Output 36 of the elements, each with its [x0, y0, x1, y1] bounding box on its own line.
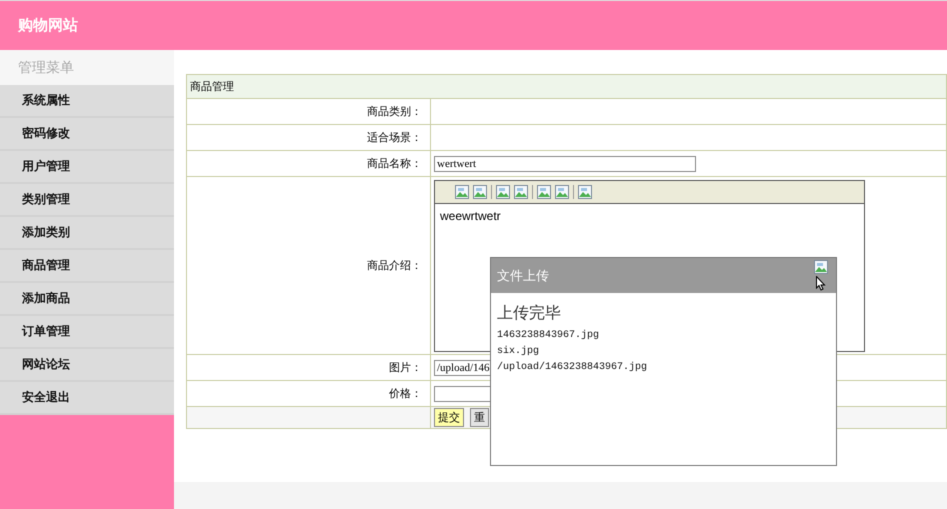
- submit-button[interactable]: 提交: [434, 408, 464, 427]
- menu-item[interactable]: 系统属性: [0, 85, 174, 118]
- image-icon[interactable]: [514, 184, 528, 198]
- site-title: 购物网站: [18, 16, 78, 35]
- field-label: 商品介绍：: [367, 259, 422, 272]
- field-label: 适合场景：: [367, 131, 422, 144]
- menu-item[interactable]: 添加商品: [0, 283, 174, 316]
- menu-item[interactable]: 网站论坛: [0, 349, 174, 382]
- menu-item[interactable]: 安全退出: [0, 382, 174, 415]
- upload-status: 上传完毕: [497, 303, 562, 324]
- image-icon[interactable]: [555, 184, 569, 198]
- menu-item[interactable]: 订单管理: [0, 316, 174, 349]
- file-path: 1463238843967.jpg: [497, 330, 600, 341]
- menu-item[interactable]: 添加类别: [0, 217, 174, 250]
- field-label: 价格：: [389, 387, 422, 400]
- menu-item[interactable]: 商品管理: [0, 250, 174, 283]
- input-field[interactable]: wertwert: [434, 156, 696, 172]
- menu-item[interactable]: 密码修改: [0, 118, 174, 151]
- image-icon[interactable]: [537, 184, 551, 198]
- panel-title: 商品管理: [190, 80, 234, 93]
- image-icon[interactable]: [496, 184, 510, 198]
- file-path: /upload/1463238843967.jpg: [497, 362, 648, 373]
- image-icon[interactable]: [473, 184, 487, 198]
- image-icon[interactable]: [578, 184, 592, 198]
- menu-item[interactable]: 类别管理: [0, 184, 174, 217]
- menu-title: 管理菜单: [0, 50, 174, 85]
- reset-button[interactable]: 重: [470, 408, 489, 427]
- field-label: 商品名称：: [367, 157, 422, 170]
- menu-item[interactable]: 用户管理: [0, 151, 174, 184]
- image-icon[interactable]: [455, 184, 469, 198]
- dialog-title: 文件上传: [497, 268, 549, 284]
- field-label: 图片：: [389, 361, 422, 374]
- field-label: 商品类别：: [367, 105, 422, 118]
- editor-text: weewrtwetr: [439, 208, 502, 224]
- image-icon[interactable]: [814, 260, 828, 274]
- cursor-icon: [816, 276, 826, 290]
